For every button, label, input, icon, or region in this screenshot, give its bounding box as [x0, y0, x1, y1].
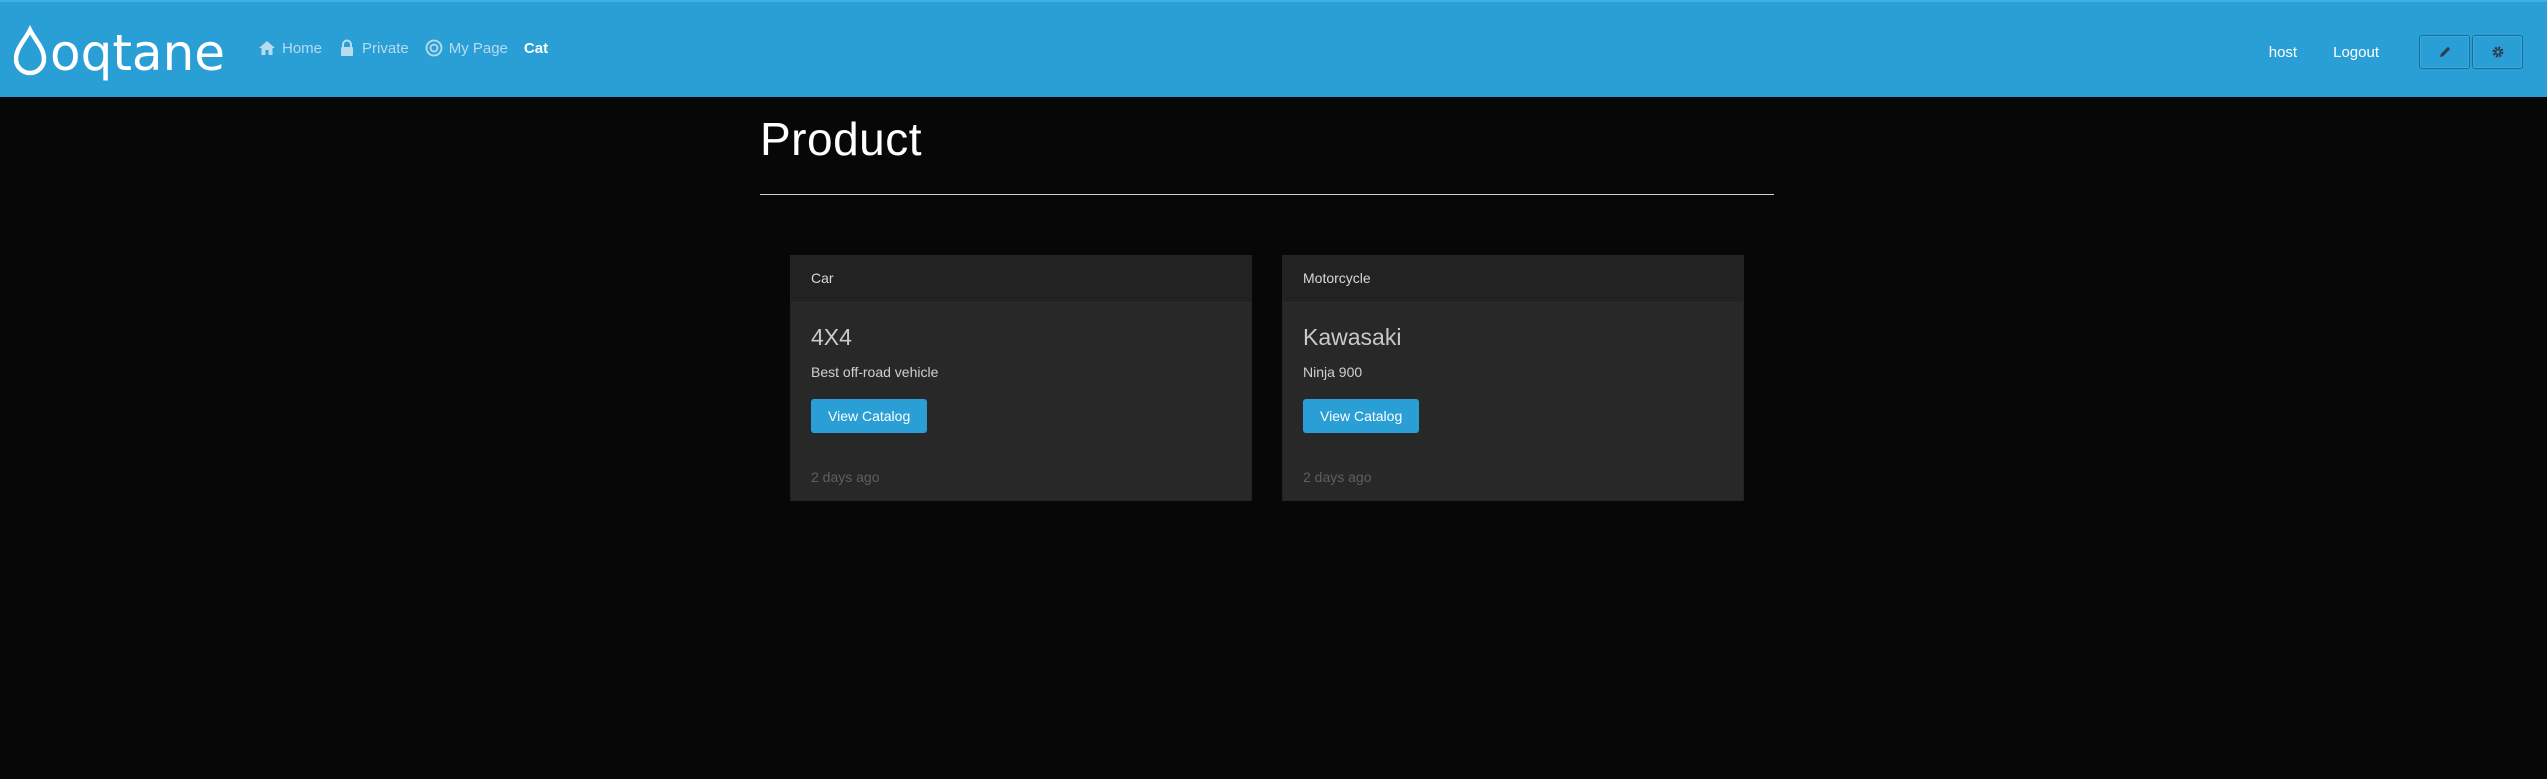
gear-icon — [2492, 46, 2503, 58]
lock-icon — [341, 39, 354, 56]
product-card: Motorcycle Kawasaki Ninja 900 View Catal… — [1282, 255, 1744, 501]
nav-item-private[interactable]: Private — [338, 39, 409, 57]
pencil-icon — [2439, 46, 2450, 57]
card-category: Car — [791, 256, 1251, 303]
home-icon — [259, 41, 275, 55]
nav-item-home[interactable]: Home — [258, 39, 322, 57]
card-timestamp: 2 days ago — [811, 469, 880, 485]
nav-item-my-page[interactable]: My Page — [425, 39, 508, 57]
nav-item-cat[interactable]: Cat — [524, 40, 548, 57]
logout-link[interactable]: Logout — [2333, 44, 2379, 61]
user-controls: host Logout — [2269, 35, 2523, 69]
card-category: Motorcycle — [1283, 256, 1743, 303]
nav-item-label: My Page — [448, 39, 508, 57]
main-nav: Home Private My Page Cat — [258, 36, 564, 60]
product-card: Car 4X4 Best off-road vehicle View Catal… — [790, 255, 1252, 501]
card-title: Kawasaki — [1303, 324, 1402, 350]
card-description: Ninja 900 — [1303, 364, 1363, 380]
nav-item-label: Cat — [523, 39, 549, 57]
target-icon — [425, 39, 443, 57]
nav-item-label: Home — [282, 39, 323, 57]
oqtane-logo[interactable]: oqtane — [14, 22, 239, 84]
card-description: Best off-road vehicle — [811, 364, 939, 380]
nav-item-label: Private — [362, 39, 409, 57]
svg-text:oqtane: oqtane — [50, 24, 225, 82]
card-title: 4X4 — [811, 324, 852, 350]
user-profile-link[interactable]: host — [2269, 44, 2297, 61]
settings-button[interactable] — [2472, 35, 2523, 69]
card-timestamp: 2 days ago — [1303, 469, 1372, 485]
view-catalog-button[interactable]: View Catalog — [1303, 399, 1420, 433]
edit-mode-button[interactable] — [2419, 35, 2470, 69]
top-navbar: oqtane Home Private My Page Cat host Log… — [0, 0, 2547, 97]
title-divider — [760, 194, 1774, 195]
page-title: Product — [760, 113, 923, 165]
view-catalog-button[interactable]: View Catalog — [811, 399, 928, 433]
